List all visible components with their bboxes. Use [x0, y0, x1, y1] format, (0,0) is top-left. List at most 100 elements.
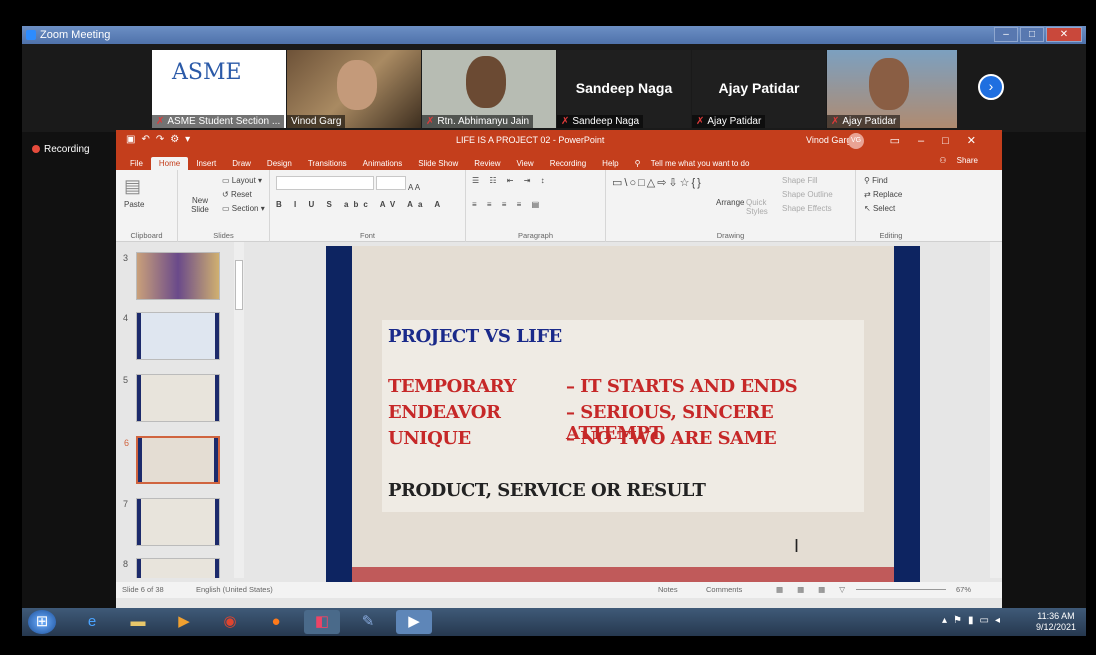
new-slide-button[interactable]: New Slide [186, 196, 214, 214]
muted-mic-icon: ✗ [561, 116, 570, 127]
powerpoint-window: ▣↶↷⚙▾ LIFE IS A PROJECT 02 - PowerPoint … [116, 130, 1002, 608]
start-button[interactable]: ⊞ [28, 610, 56, 634]
slide-thumbnail[interactable]: 4 [123, 312, 220, 360]
thumbnail-scrollbar[interactable] [234, 242, 244, 578]
participant-video [466, 56, 506, 108]
tab-draw[interactable]: Draw [224, 157, 259, 170]
zoom-icon [26, 30, 36, 40]
share-button[interactable]: ⚇ Share [931, 154, 994, 167]
font-size-box[interactable] [376, 176, 407, 190]
asme-logo: ASME [172, 60, 242, 85]
paint-icon[interactable]: ✎ [350, 610, 386, 634]
shape-effects-button[interactable]: Shape Effects [782, 204, 832, 213]
chrome-icon[interactable]: ◉ [212, 610, 248, 634]
drawing-group: ▭\○□△⇨⇩☆{} Arrange Quick Styles Shape Fi… [606, 170, 856, 242]
slide-definition: – NO TWO ARE SAME [566, 428, 777, 449]
arrange-button[interactable]: Arrange [716, 198, 744, 207]
participant-tile[interactable]: Ajay Patidar ✗ Ajay Patidar [692, 50, 826, 128]
muted-mic-icon: ✗ [426, 116, 435, 127]
font-group: A A B I U S abc AV Aa A Font [270, 170, 466, 242]
shape-fill-button[interactable]: Shape Fill [782, 176, 818, 185]
slide-term: UNIQUE [388, 428, 471, 449]
section-button[interactable]: ▭ Section ▾ [222, 204, 265, 213]
document-title: LIFE IS A PROJECT 02 - PowerPoint [456, 135, 605, 145]
paste-button[interactable]: Paste [124, 200, 144, 209]
comments-button[interactable]: Comments [706, 582, 742, 598]
participant-tile[interactable]: ✗ Rtn. Abhimanyu Jain [422, 50, 556, 128]
tab-transitions[interactable]: Transitions [300, 157, 355, 170]
slide-term: ENDEAVOR [388, 402, 501, 423]
slide-thumbnails: 3 4 5 6 7 8 [116, 242, 250, 578]
internet-explorer-icon[interactable]: e [74, 610, 110, 634]
notes-button[interactable]: Notes [658, 582, 678, 598]
record-dot-icon [32, 145, 40, 153]
zoom-level[interactable]: 67% [956, 582, 971, 598]
language-indicator[interactable]: English (United States) [196, 582, 273, 598]
taskbar-clock[interactable]: 11:36 AM 9/12/2021 [1036, 611, 1076, 633]
vertical-scrollbar[interactable] [990, 242, 1002, 578]
avatar[interactable]: VG [848, 133, 864, 149]
replace-button[interactable]: ⇄ Replace [864, 190, 902, 199]
slide-thumbnail[interactable]: 5 [123, 374, 220, 422]
current-slide[interactable]: PROJECT VS LIFE TEMPORARY – IT STARTS AN… [326, 246, 920, 586]
participant-tile[interactable]: Vinod Garg [287, 50, 421, 128]
tab-review[interactable]: Review [466, 157, 508, 170]
tab-design[interactable]: Design [259, 157, 300, 170]
file-explorer-icon[interactable]: ▬ [120, 610, 156, 634]
zoom-window: Zoom Meeting – □ ✕ ASME ✗ ASME Student Se… [22, 26, 1086, 636]
tab-home[interactable]: Home [150, 157, 189, 170]
tab-animations[interactable]: Animations [355, 157, 411, 170]
paste-icon[interactable]: ▤ [124, 176, 141, 197]
tab-help[interactable]: Help [594, 157, 626, 170]
font-name-box[interactable] [276, 176, 374, 190]
quick-access-toolbar[interactable]: ▣↶↷⚙▾ [126, 134, 196, 145]
participant-tile[interactable]: ✗ Ajay Patidar [827, 50, 957, 128]
tab-view[interactable]: View [509, 157, 542, 170]
find-button[interactable]: ⚲ Find [864, 176, 888, 185]
tab-insert[interactable]: Insert [188, 157, 224, 170]
slide-thumbnail[interactable]: 7 [123, 498, 220, 546]
shape-outline-button[interactable]: Shape Outline [782, 190, 833, 199]
tab-recording[interactable]: Recording [542, 157, 594, 170]
muted-mic-icon: ✗ [696, 116, 705, 127]
clipboard-group: ▤ Paste Clipboard [116, 170, 178, 242]
user-name: Vinod Garg [806, 135, 852, 145]
slide-thumbnail[interactable]: 3 [123, 252, 220, 300]
zoom-taskbar-icon[interactable]: ▶ [396, 610, 432, 634]
quick-styles-button[interactable]: Quick Styles [746, 198, 774, 216]
tab-slide-show[interactable]: Slide Show [410, 157, 466, 170]
system-tray[interactable]: ▴⚑▮▭◂ [942, 615, 1006, 626]
font-format-buttons[interactable]: B I U S abc AV Aa A [276, 200, 445, 209]
align-buttons[interactable]: ≡ ≡ ≡ ≡ ▤ [472, 200, 543, 209]
firefox-icon[interactable]: ● [258, 610, 294, 634]
list-buttons[interactable]: ☰ ☷ ⇤ ⇥ ↕ [472, 176, 549, 185]
tell-me-search[interactable]: ⚲ Tell me what you want to do [627, 157, 766, 170]
text-cursor-icon: I [794, 536, 800, 556]
reset-button[interactable]: ↺ Reset [222, 190, 252, 199]
zoom-slider[interactable] [856, 589, 946, 590]
powerpoint-taskbar-icon[interactable]: ◧ [304, 610, 340, 634]
participant-tile[interactable]: Sandeep Naga ✗ Sandeep Naga [557, 50, 691, 128]
participant-tile[interactable]: ASME ✗ ASME Student Section ... [152, 50, 286, 128]
zoom-title: Zoom Meeting [40, 29, 111, 41]
layout-button[interactable]: ▭ Layout ▾ [222, 176, 262, 185]
recording-indicator[interactable]: Recording [32, 144, 90, 155]
tab-file[interactable]: File [122, 157, 151, 170]
slide-heading: PROJECT VS LIFE [388, 326, 562, 347]
view-buttons[interactable]: ▦▦▦▽ [776, 582, 859, 598]
select-button[interactable]: ↖ Select [864, 204, 895, 213]
muted-mic-icon: ✗ [156, 116, 165, 127]
media-player-icon[interactable]: ▶ [166, 610, 202, 634]
slide-definition: – IT STARTS AND ENDS [566, 376, 798, 397]
participant-video [869, 58, 909, 110]
slide-thumbnail-selected[interactable]: 6 [124, 436, 220, 484]
windows-taskbar: ⊞ e ▬ ▶ ◉ ● ◧ ✎ ▶ ▴⚑▮▭◂ 11:36 AM 9/12/202… [22, 608, 1086, 636]
maximize-button[interactable]: □ [1020, 27, 1044, 42]
slide-thumbnail[interactable]: 8 [123, 558, 220, 578]
participant-video [337, 60, 377, 110]
shapes-gallery[interactable]: ▭\○□△⇨⇩☆{} [612, 176, 703, 189]
minimize-button[interactable]: – [994, 27, 1018, 42]
ppt-window-controls[interactable]: ▭–□✕ [890, 134, 994, 147]
next-participants-button[interactable]: › [978, 74, 1004, 100]
close-button[interactable]: ✕ [1046, 27, 1082, 42]
